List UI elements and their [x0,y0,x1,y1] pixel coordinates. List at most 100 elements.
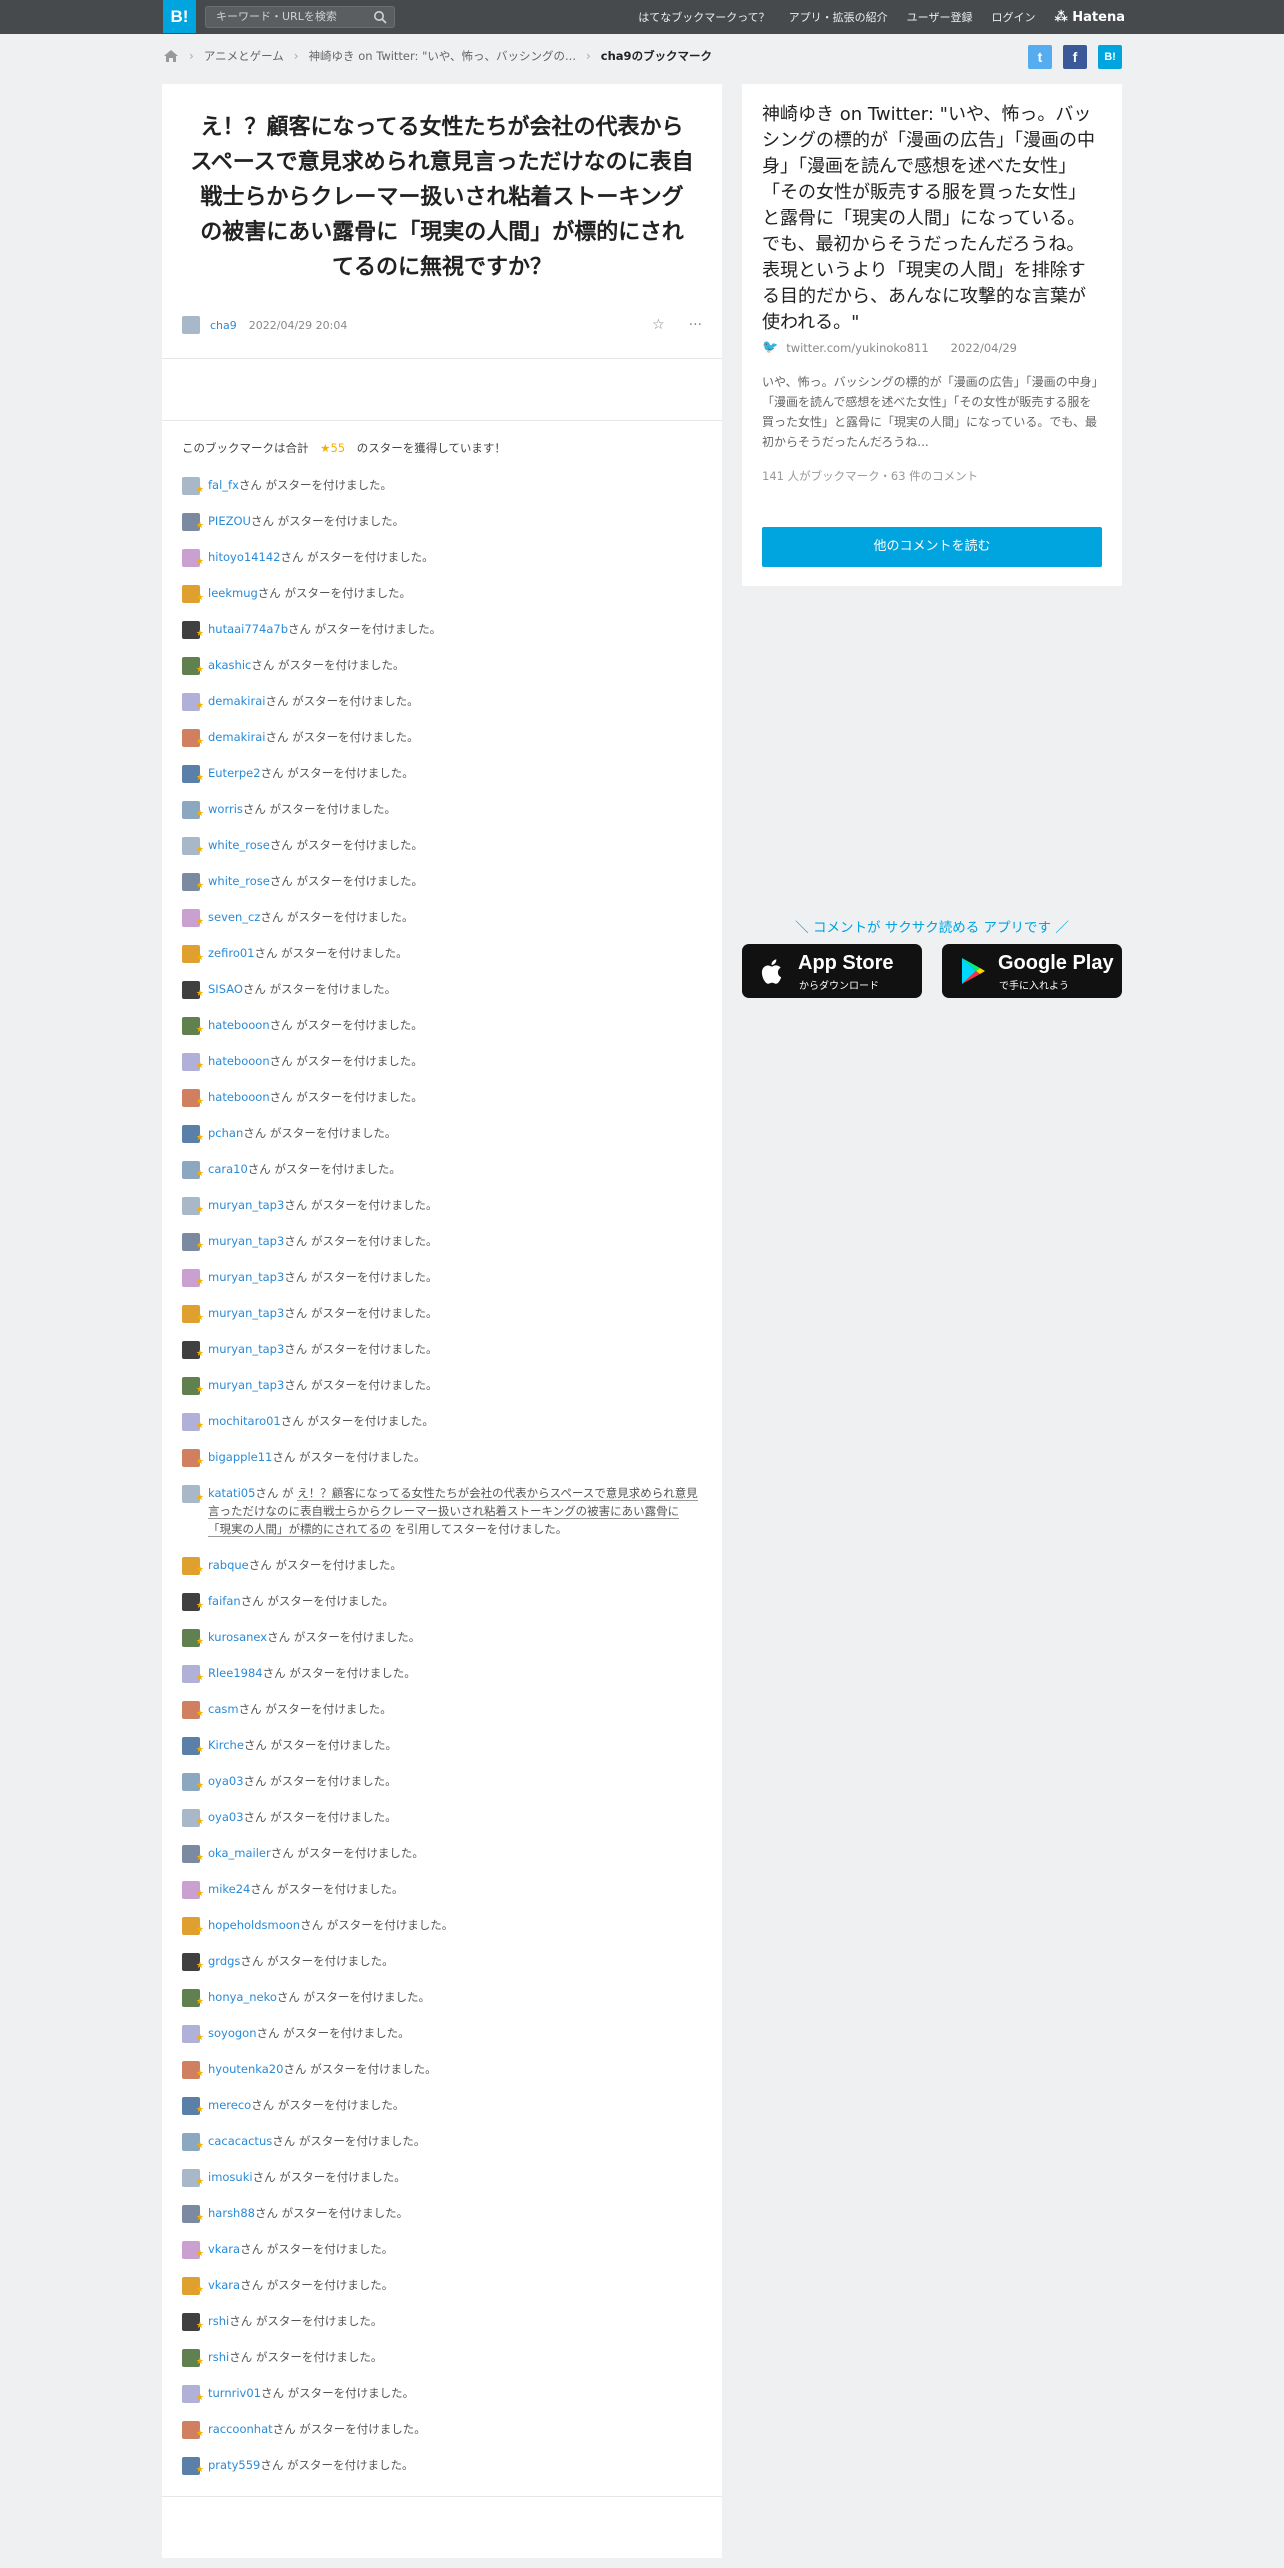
star-user-link[interactable]: mereco [208,2096,251,2114]
breadcrumb-entry[interactable]: 神崎ゆき on Twitter: "いや、怖っ、バッシングの... [309,48,576,64]
avatar[interactable] [182,1305,204,1327]
avatar[interactable] [182,2169,204,2191]
avatar[interactable] [182,765,204,787]
avatar[interactable] [182,2421,204,2443]
app-store-badge[interactable]: App Store からダウンロード [742,944,922,998]
read-more-comments-button[interactable]: 他のコメントを読む [762,527,1102,567]
star-user-link[interactable]: worris [208,800,243,818]
avatar[interactable] [182,1449,204,1471]
breadcrumb-category[interactable]: アニメとゲーム [204,48,284,64]
entry-title[interactable]: 神崎ゆき on Twitter: "いや、怖っ。バッシングの標的が「漫画の広告」… [742,84,1122,336]
avatar[interactable] [182,1233,204,1255]
entry-link[interactable]: twitter.com/yukinoko811 [786,341,928,355]
avatar[interactable] [182,1269,204,1291]
star-user-link[interactable]: turnriv01 [208,2384,261,2402]
star-user-link[interactable]: white_rose [208,836,270,854]
star-user-link[interactable]: muryan_tap3 [208,1232,284,1250]
avatar[interactable] [182,1701,204,1723]
avatar[interactable] [182,2205,204,2227]
entry-counts[interactable]: 141 人がブックマーク・63 件のコメント [762,468,978,484]
star-user-link[interactable]: Kirche [208,1736,244,1754]
avatar[interactable] [182,513,204,535]
star-user-link[interactable]: honya_neko [208,1988,277,2006]
star-user-link[interactable]: hatebooon [208,1016,270,1034]
star-user-link[interactable]: hitoyo14142 [208,548,280,566]
avatar[interactable] [182,2385,204,2407]
star-user-link[interactable]: imosuki [208,2168,253,2186]
avatar[interactable] [182,1953,204,1975]
star-user-link[interactable]: hatebooon [208,1052,270,1070]
avatar[interactable] [182,729,204,751]
star-user-link[interactable]: faifan [208,1592,241,1610]
star-user-link[interactable]: harsh88 [208,2204,255,2222]
nav-login[interactable]: ログイン [991,9,1035,25]
star-user-link[interactable]: seven_cz [208,908,260,926]
avatar[interactable] [182,621,204,643]
avatar[interactable] [182,1485,204,1507]
facebook-share-icon[interactable]: f [1063,45,1087,69]
avatar[interactable] [182,2133,204,2155]
star-user-link[interactable]: leekmug [208,584,258,602]
avatar[interactable] [182,2277,204,2299]
avatar[interactable] [182,1017,204,1039]
avatar[interactable] [182,1737,204,1759]
google-play-badge[interactable]: Google Play で手に入れよう [942,944,1122,998]
star-user-link[interactable]: hyoutenka20 [208,2060,283,2078]
star-user-link[interactable]: PIEZOU [208,512,251,530]
avatar[interactable] [182,1161,204,1183]
star-user-link[interactable]: zefiro01 [208,944,255,962]
avatar[interactable] [182,1557,204,1579]
star-user-link[interactable]: cacacactus [208,2132,272,2150]
star-user-link[interactable]: raccoonhat [208,2420,273,2438]
avatar[interactable] [182,1593,204,1615]
star-user-link[interactable]: pchan [208,1124,243,1142]
avatar[interactable] [182,585,204,607]
hatena-brand-link[interactable]: ⁂ Hatena [1054,10,1125,25]
avatar[interactable] [182,657,204,679]
avatar[interactable] [182,2025,204,2047]
avatar[interactable] [182,1089,204,1111]
star-user-link[interactable]: muryan_tap3 [208,1304,284,1322]
star-user-link[interactable]: vkara [208,2240,240,2258]
avatar[interactable] [182,1809,204,1831]
avatar[interactable] [182,2097,204,2119]
star-user-link[interactable]: oya03 [208,1808,244,1826]
avatar[interactable] [182,1125,204,1147]
star-user-link[interactable]: Rlee1984 [208,1664,263,1682]
avatar[interactable] [182,837,204,859]
avatar[interactable] [182,1377,204,1399]
search-input[interactable]: キーワード・URLを検索 [205,6,395,28]
avatar[interactable] [182,693,204,715]
avatar[interactable] [182,2061,204,2083]
star-user-link[interactable]: white_rose [208,872,270,890]
star-user-link[interactable]: demakirai [208,692,265,710]
add-star-icon[interactable]: ☆ [652,317,665,333]
avatar[interactable] [182,1989,204,2011]
avatar[interactable] [182,2349,204,2371]
star-user-link[interactable]: muryan_tap3 [208,1196,284,1214]
star-user-link[interactable]: rshi [208,2348,229,2366]
avatar[interactable] [182,1413,204,1435]
avatar[interactable] [182,316,200,334]
hatena-share-icon[interactable]: B! [1098,45,1122,69]
avatar[interactable] [182,2457,204,2479]
avatar[interactable] [182,1881,204,1903]
star-user-link[interactable]: mike24 [208,1880,250,1898]
star-user-link[interactable]: grdgs [208,1952,240,1970]
search-icon[interactable] [373,10,387,24]
avatar[interactable] [182,1197,204,1219]
star-user-link[interactable]: kurosanex [208,1628,267,1646]
bookmark-user-link[interactable]: cha9 [210,319,237,332]
nav-apps[interactable]: アプリ・拡張の紹介 [789,9,888,25]
star-user-link[interactable]: akashic [208,656,251,674]
hatena-bookmark-logo[interactable]: B! [163,0,196,33]
star-user-link[interactable]: mochitaro01 [208,1412,281,1430]
star-user-link[interactable]: casm [208,1700,239,1718]
star-user-link[interactable]: muryan_tap3 [208,1268,284,1286]
star-user-link[interactable]: Euterpe2 [208,764,261,782]
avatar[interactable] [182,945,204,967]
avatar[interactable] [182,1665,204,1687]
nav-about[interactable]: はてなブックマークって？ [638,9,769,25]
star-user-link[interactable]: SISAO [208,980,243,998]
avatar[interactable] [182,477,204,499]
